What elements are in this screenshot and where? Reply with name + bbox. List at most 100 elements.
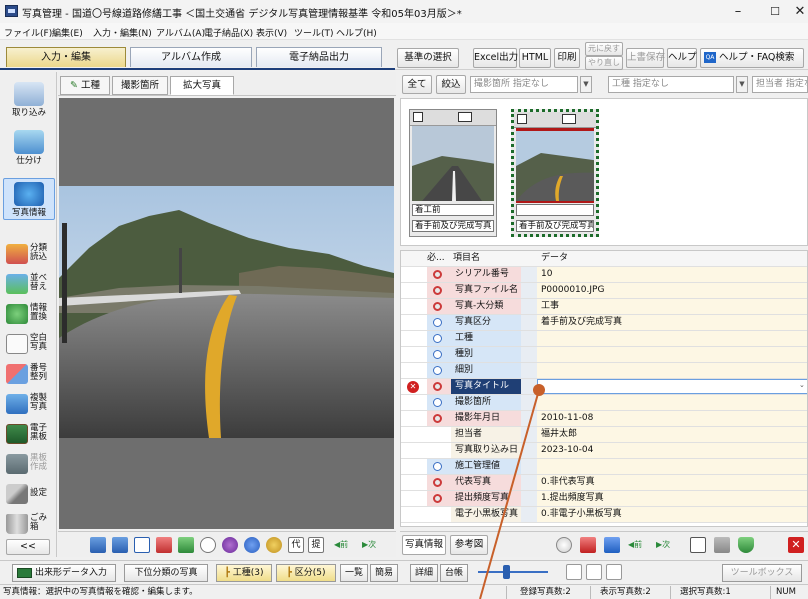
faq-search-button[interactable]: QA ヘルプ・FAQ検索 — [700, 48, 804, 68]
thumbnail-2[interactable]: 着手前及び完成写真 — [511, 109, 599, 237]
tab-delivery[interactable]: 電子納品出力 — [256, 47, 382, 67]
menu-delivery[interactable]: 電子納品(X) — [204, 26, 253, 39]
simple-view-button[interactable]: 簡易 — [370, 564, 398, 582]
tab-koushu[interactable]: ✎ 工種 — [60, 76, 110, 95]
menu-help[interactable]: ヘルプ(H) — [336, 26, 377, 39]
tab-input-edit[interactable]: 入力・編集 — [6, 47, 126, 67]
table-row[interactable]: 担当者 福井太郎 — [401, 427, 807, 443]
delete-icon[interactable]: ✕ — [788, 537, 804, 553]
detail-view-button[interactable]: 詳細 — [410, 564, 438, 582]
next-photo-button[interactable]: ▶次 — [362, 539, 376, 550]
table-row[interactable]: 写真取り込み日 2023-10-04 — [401, 443, 807, 459]
enlarged-photo-view[interactable] — [59, 98, 394, 529]
table-row[interactable]: 代表写真 0.非代表写真 — [401, 475, 807, 491]
ledger-view-button[interactable]: 台帳 — [440, 564, 468, 582]
target-icon[interactable] — [200, 537, 216, 553]
info-next-button[interactable]: ▶次 — [656, 539, 670, 550]
menu-input-edit[interactable]: 入力・編集(N) — [93, 26, 152, 39]
table-row[interactable]: 種別 — [401, 347, 807, 363]
menu-tools[interactable]: ツール(T) — [294, 26, 334, 39]
paste-icon[interactable] — [714, 537, 730, 553]
red-icon[interactable] — [156, 537, 172, 553]
table-row[interactable]: 写真区分 着手前及び完成写真 — [401, 315, 807, 331]
toolbox-button[interactable]: ツールボックス — [722, 564, 802, 582]
blue-pin-icon[interactable] — [244, 537, 260, 553]
table-row[interactable]: 工種 — [401, 331, 807, 347]
item-value-cell[interactable]: 10 — [537, 267, 807, 282]
item-value-cell[interactable] — [537, 363, 807, 378]
overwrite-save-button[interactable]: 上書保存 — [626, 48, 665, 68]
tab-basho[interactable]: 撮影箇所 — [112, 76, 168, 95]
zoom-slider-thumb[interactable] — [503, 565, 510, 579]
tab-photo-info[interactable]: 写真情報 — [402, 535, 446, 555]
koushu-dropdown-icon[interactable]: ▼ — [736, 76, 748, 93]
excel-button[interactable]: Excel出力 — [473, 48, 518, 68]
item-value-cell[interactable]: 0.非電子小黒板写真 — [537, 507, 807, 522]
select-icon[interactable] — [134, 537, 150, 553]
help-button[interactable]: ヘルプ — [667, 48, 697, 68]
table-row[interactable]: 提出頻度写真 1.提出頻度写真 — [401, 491, 807, 507]
layout-icon-1[interactable] — [90, 537, 106, 553]
e-board-tool[interactable]: 電子 黒板 — [2, 422, 56, 448]
item-value-cell[interactable]: 着手前及び完成写真 — [537, 315, 807, 330]
number-align-tool[interactable]: 番号 整列 — [2, 362, 56, 388]
item-value-cell[interactable] — [537, 347, 807, 362]
red-list-icon[interactable] — [580, 537, 596, 553]
row-layout-icon[interactable] — [586, 564, 602, 580]
green-icon[interactable] — [178, 537, 194, 553]
table-row[interactable]: 細別 — [401, 363, 807, 379]
lightbulb-icon[interactable] — [556, 537, 572, 553]
table-row[interactable]: ✕ 写真タイトル ⌄ — [401, 379, 807, 395]
settings-tool[interactable]: 設定 — [2, 482, 56, 508]
item-value-cell[interactable] — [537, 395, 807, 410]
person-filter-select[interactable]: 担当者 指定なし — [752, 76, 808, 93]
item-value-cell[interactable]: 工事 — [537, 299, 807, 314]
tab-kakudai[interactable]: 拡大写真 — [170, 76, 234, 95]
purple-pin-icon[interactable] — [222, 537, 238, 553]
filter-all-button[interactable]: 全て — [402, 75, 432, 94]
narabe-tool[interactable]: 並べ 替え — [2, 272, 56, 298]
bunrui-tool[interactable]: 分類 読込 — [2, 242, 56, 268]
minimize-button[interactable]: – — [718, 2, 758, 21]
layout-icon-2[interactable] — [112, 537, 128, 553]
kijun-button[interactable]: 基準の選択 — [397, 48, 459, 68]
replace-tool[interactable]: 情報 置換 — [2, 302, 56, 328]
column-layout-icon[interactable] — [606, 564, 622, 580]
blank-photo-tool[interactable]: 空白 写真 — [2, 332, 56, 358]
table-row[interactable]: 写真ファイル名 P0000010.JPG — [401, 283, 807, 299]
koushu-filter-select[interactable]: 工種 指定なし — [608, 76, 734, 93]
item-value-cell[interactable]: P0000010.JPG — [537, 283, 807, 298]
value-dropdown-icon[interactable]: ⌄ — [799, 381, 805, 389]
item-value-cell[interactable] — [537, 379, 807, 394]
kubun-count-button[interactable]: ┣ 区分(5) — [276, 564, 336, 582]
dekigata-button[interactable]: 出来形データ入力 — [12, 564, 116, 582]
collapse-panel-button[interactable]: << — [6, 539, 50, 555]
tab-reference[interactable]: 参考図 — [450, 535, 488, 555]
html-button[interactable]: HTML — [519, 48, 551, 68]
info-prev-button[interactable]: ◀前 — [628, 539, 642, 550]
table-row[interactable]: 撮影箇所 — [401, 395, 807, 411]
duplicate-tool[interactable]: 複製 写真 — [2, 392, 56, 418]
maximize-button[interactable]: ☐ — [755, 2, 795, 21]
list-view-button[interactable]: 一覧 — [340, 564, 368, 582]
yellow-pin-icon[interactable] — [266, 537, 282, 553]
representative-button[interactable]: 代 — [288, 537, 304, 553]
import-tool[interactable]: 取り込み — [3, 82, 55, 118]
place-filter-select[interactable]: 撮影箇所 指定なし — [470, 76, 578, 93]
grid-layout-icon[interactable] — [566, 564, 582, 580]
photo-info-tool[interactable]: 写真情報 — [3, 178, 55, 220]
filter-narrow-button[interactable]: 絞込 — [436, 75, 466, 94]
place-dropdown-icon[interactable]: ▼ — [580, 76, 592, 93]
copy-icon[interactable] — [690, 537, 706, 553]
close-button[interactable]: ✕ — [790, 2, 808, 21]
table-row[interactable]: シリアル番号 10 — [401, 267, 807, 283]
table-row[interactable]: 撮影年月日 2010-11-08 — [401, 411, 807, 427]
undo-button[interactable]: 元に戻す — [585, 42, 623, 56]
item-value-cell[interactable] — [537, 331, 807, 346]
koushu-count-button[interactable]: ┣ 工種(3) — [216, 564, 272, 582]
item-value-cell[interactable]: 1.提出頻度写真 — [537, 491, 807, 506]
tab-album[interactable]: アルバム作成 — [130, 47, 252, 67]
trash-tool[interactable]: ごみ箱 — [2, 512, 56, 538]
redo-button[interactable]: やり直し — [585, 56, 623, 70]
item-value-cell[interactable]: 2023-10-04 — [537, 443, 807, 458]
